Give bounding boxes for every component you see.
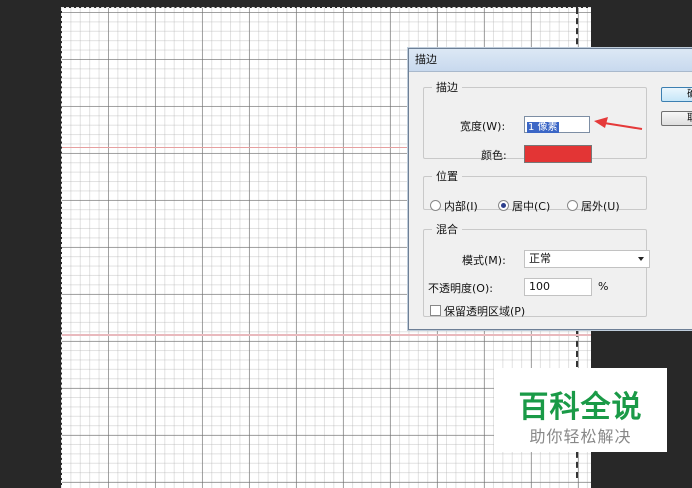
watermark-title: 百科全说 [518,390,643,425]
opacity-label: 不透明度(O): [428,282,493,295]
preserve-transparency-checkbox[interactable] [430,305,441,316]
mode-label: 模式(M): [462,254,506,267]
blend-group-legend: 混合 [436,223,458,236]
guide-line [62,334,591,336]
preserve-transparency-label: 保留透明区域(P) [444,305,526,318]
radio-inside-label: 内部(I) [444,200,478,213]
color-label: 颜色: [481,149,507,162]
radio-center-label: 居中(C) [512,200,551,213]
annotation-arrow-icon [594,117,643,130]
blend-group: 混合 模式(M): 正常 不透明度(O): 100 % 保留透明区域(P) [423,221,650,318]
opacity-input[interactable]: 100 [524,278,592,296]
radio-center[interactable] [498,200,509,211]
position-group-legend: 位置 [436,170,458,183]
stroke-dialog: 描边 描边 宽度(W): 1 像素 颜色: 位置 内部(I) 居中(C) 居外(… [408,48,692,330]
mode-select[interactable]: 正常 [524,250,650,268]
width-input-value: 1 像素 [527,122,559,133]
width-input[interactable]: 1 像素 [524,116,590,133]
position-group: 位置 内部(I) 居中(C) 居外(U) [423,168,647,213]
radio-outside[interactable] [567,200,578,211]
radio-outside-label: 居外(U) [581,200,620,213]
chevron-down-icon [638,257,644,261]
color-swatch[interactable] [524,145,592,163]
stroke-group-legend: 描边 [436,81,458,94]
canvas-edge-left [61,8,62,488]
dialog-titlebar[interactable]: 描边 [409,49,692,72]
stroke-group: 描边 宽度(W): 1 像素 颜色: [423,79,647,163]
canvas-edge-top [61,7,591,8]
watermark-subtitle: 助你轻松解决 [529,427,632,446]
radio-inside[interactable] [430,200,441,211]
cancel-button[interactable]: 取 [661,111,692,126]
ok-button[interactable]: 确 [661,87,692,102]
opacity-unit: % [598,280,609,293]
watermark-logo: 百科全说 助你轻松解决 [494,368,667,452]
opacity-input-value: 100 [529,280,550,293]
dialog-title: 描边 [415,53,437,66]
mode-select-value: 正常 [529,252,551,265]
width-label: 宽度(W): [460,120,506,133]
